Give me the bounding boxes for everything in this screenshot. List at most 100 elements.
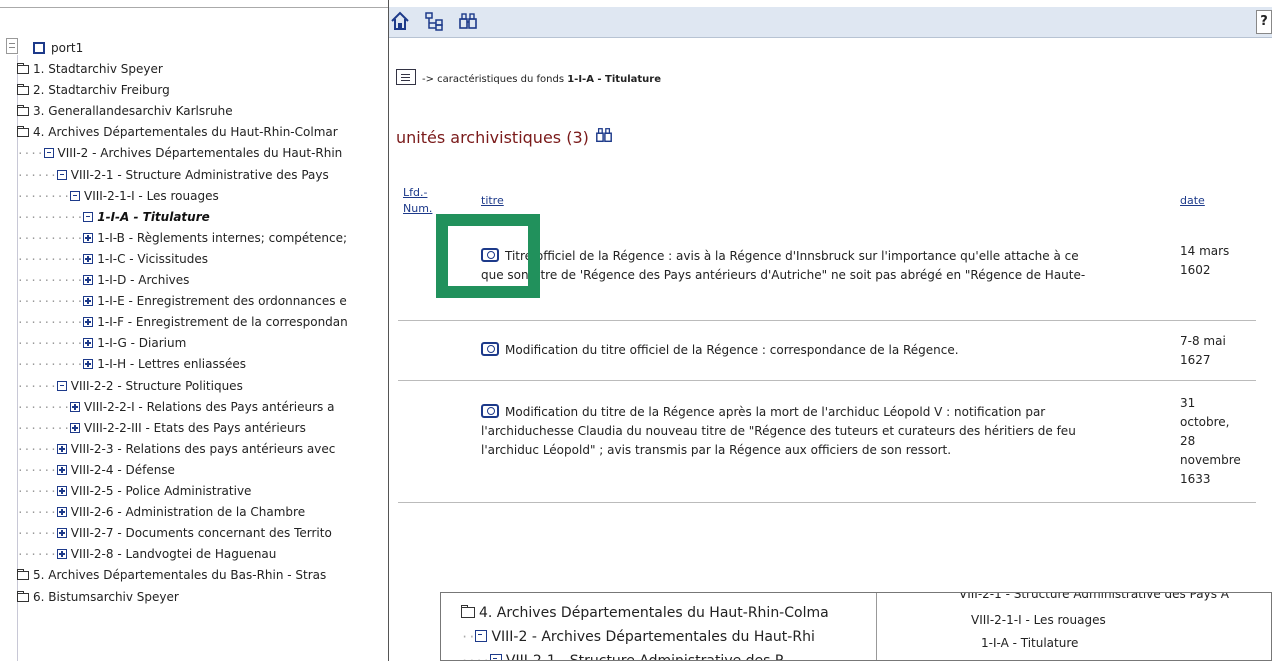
- binoculars-icon[interactable]: [457, 11, 479, 33]
- column-header-date[interactable]: date: [1180, 194, 1205, 207]
- collapse-icon[interactable]: [56, 170, 67, 180]
- row-date: 7-8 mai 1627: [1180, 332, 1226, 370]
- tree-item[interactable]: 1. Stadtarchiv Speyer: [17, 59, 163, 80]
- zoom-path-line: VIII-2-1 - Structure Administrative des …: [959, 592, 1230, 601]
- expand-icon[interactable]: [83, 275, 94, 285]
- tree-item[interactable]: ···· VIII-2 - Archives Départementales du…: [17, 143, 342, 164]
- expand-icon[interactable]: [56, 444, 67, 454]
- tree-item-label: 1-I-B - Règlements internes; compétence;: [97, 231, 347, 245]
- tree-root[interactable]: port1: [33, 38, 83, 59]
- tree-item[interactable]: 6. Bistumsarchiv Speyer: [17, 587, 179, 608]
- folder-icon[interactable]: [17, 591, 29, 602]
- expand-icon[interactable]: [83, 296, 94, 306]
- tree-item[interactable]: 3. Generallandesarchiv Karlsruhe: [17, 101, 233, 122]
- row-date-line: 7-8 mai: [1180, 334, 1226, 348]
- expand-icon[interactable]: [56, 486, 67, 496]
- expand-icon[interactable]: [56, 528, 67, 538]
- tree-collapse-handle[interactable]: [6, 38, 18, 54]
- folder-icon[interactable]: [17, 63, 29, 74]
- tree-item-label: VIII-2-2-I - Relations des Pays antérieu…: [83, 400, 335, 414]
- tree-item[interactable]: 4. Archives Départementales du Haut-Rhin…: [17, 122, 338, 143]
- tree-view-icon[interactable]: [423, 11, 445, 33]
- column-header-title[interactable]: titre: [481, 194, 504, 207]
- tree-pane-top-border: [0, 7, 388, 8]
- tree-item[interactable]: ·········· 1-I-H - Lettres enliassées: [17, 354, 246, 375]
- camera-icon[interactable]: [481, 404, 499, 418]
- tree-item[interactable]: ······ VIII-2-5 - Police Administrative: [17, 481, 251, 502]
- collapse-icon[interactable]: [83, 212, 94, 222]
- expand-icon[interactable]: [83, 254, 94, 264]
- zoom-tree-row: ·· VIII-2 - Archives Départementales du H…: [461, 629, 815, 645]
- table-row[interactable]: Modification du titre de la Régence aprè…: [481, 403, 1171, 460]
- row-title-line: Alsace".: [481, 287, 530, 301]
- tree-item[interactable]: ······ VIII-2-3 - Relations des pays anté…: [17, 439, 335, 460]
- tree-item[interactable]: ·········· 1-I-D - Archives: [17, 270, 189, 291]
- binoculars-icon[interactable]: [595, 126, 613, 148]
- home-icon[interactable]: [389, 11, 411, 33]
- tree-item-label: 1-I-A - Titulature: [97, 210, 210, 224]
- tree-indent: ······: [17, 506, 57, 519]
- folder-icon[interactable]: [17, 569, 29, 580]
- expand-icon[interactable]: [69, 423, 80, 433]
- tree-indent: ··········: [17, 316, 84, 329]
- folder-icon[interactable]: [17, 84, 29, 95]
- expand-icon[interactable]: [56, 507, 67, 517]
- tree-item[interactable]: 5. Archives Départementales du Bas-Rhin …: [17, 565, 326, 586]
- expand-icon[interactable]: [83, 338, 94, 348]
- tree-item[interactable]: ······ VIII-2-4 - Défense: [17, 460, 175, 481]
- table-row[interactable]: Modification du titre officiel de la Rég…: [481, 341, 1171, 360]
- zoom-divider: [876, 593, 877, 660]
- table-row[interactable]: Titre officiel de la Régence : avis à la…: [481, 247, 1171, 304]
- row-title-line: que son titre de 'Régence des Pays antér…: [481, 268, 1086, 282]
- help-button[interactable]: ?: [1256, 10, 1272, 34]
- expand-icon[interactable]: [69, 402, 80, 412]
- tree-item[interactable]: ········ VIII-2-2-I - Relations des Pays …: [17, 397, 334, 418]
- tree-item-label: VIII-2-5 - Police Administrative: [70, 484, 252, 498]
- collapse-icon[interactable]: [56, 381, 67, 391]
- collapse-icon[interactable]: [43, 148, 54, 158]
- column-header-num[interactable]: Lfd.- Num.: [403, 185, 432, 217]
- tree-item-label: VIII-2-2 - Structure Politiques: [70, 379, 243, 393]
- tree-item[interactable]: ········ VIII-2-2-III - Etats des Pays an…: [17, 418, 306, 439]
- section-title-text: unités archivistiques (3): [396, 128, 589, 147]
- tree-item[interactable]: ·········· 1-I-G - Diarium: [17, 333, 186, 354]
- tree-item[interactable]: ······ VIII-2-8 - Landvogtei de Haguenau: [17, 544, 276, 565]
- tree-item[interactable]: ·········· 1-I-C - Vicissitudes: [17, 249, 208, 270]
- collapse-icon[interactable]: [69, 191, 80, 201]
- document-icon[interactable]: [396, 69, 416, 85]
- tree-item[interactable]: ······ VIII-2-6 - Administration de la Ch…: [17, 502, 305, 523]
- tree-item-label: 6. Bistumsarchiv Speyer: [33, 590, 179, 604]
- tree-item[interactable]: ······ VIII-2-1 - Structure Administrativ…: [17, 165, 329, 186]
- zoom-tree-label: 4. Archives Départementales du Haut-Rhin…: [479, 605, 829, 621]
- tree-item[interactable]: 2. Stadtarchiv Freiburg: [17, 80, 170, 101]
- column-header-num-line2: Num.: [403, 202, 433, 215]
- zoom-tree-label: VIII-2-1 - Structure Administrative des …: [505, 653, 784, 661]
- zoom-path-line: VIII-2-1-I - Les rouages: [971, 613, 1106, 627]
- zoom-tree-row: ···· VIII-2-1 - Structure Administrative …: [461, 653, 784, 661]
- tree-indent: ······: [17, 169, 57, 182]
- expand-icon[interactable]: [56, 549, 67, 559]
- expand-icon[interactable]: [83, 359, 94, 369]
- tree-item-label: 3. Generallandesarchiv Karlsruhe: [33, 104, 233, 118]
- zoom-tree-indent: ··: [461, 630, 476, 644]
- tree-item-active[interactable]: ·········· 1-I-A - Titulature: [17, 207, 210, 228]
- tree-item[interactable]: ······ VIII-2-2 - Structure Politiques: [17, 376, 243, 397]
- camera-icon[interactable]: [481, 248, 499, 262]
- tree-item[interactable]: ······ VIII-2-7 - Documents concernant de…: [17, 523, 332, 544]
- tree-indent: ······: [17, 548, 57, 561]
- folder-open-icon[interactable]: [17, 126, 29, 137]
- tree-item[interactable]: ········ VIII-2-1-I - Les rouages: [17, 186, 219, 207]
- tree-item[interactable]: ·········· 1-I-B - Règlements internes; c…: [17, 228, 347, 249]
- folder-open-icon: [461, 605, 475, 618]
- folder-icon[interactable]: [17, 105, 29, 116]
- expand-icon[interactable]: [83, 317, 94, 327]
- expand-icon[interactable]: [56, 465, 67, 475]
- tree-item[interactable]: ·········· 1-I-F - Enregistrement de la c…: [17, 312, 348, 333]
- camera-icon[interactable]: [481, 342, 499, 356]
- tree-item[interactable]: ·········· 1-I-E - Enregistrement des ord…: [17, 291, 347, 312]
- expand-icon[interactable]: [83, 233, 94, 243]
- tree-indent: ······: [17, 527, 57, 540]
- row-title-line: l'archiduchesse Claudia du nouveau titre…: [481, 424, 1076, 438]
- tree-indent: ······: [17, 380, 57, 393]
- tree-item-label: 1-I-F - Enregistrement de la corresponda…: [97, 315, 348, 329]
